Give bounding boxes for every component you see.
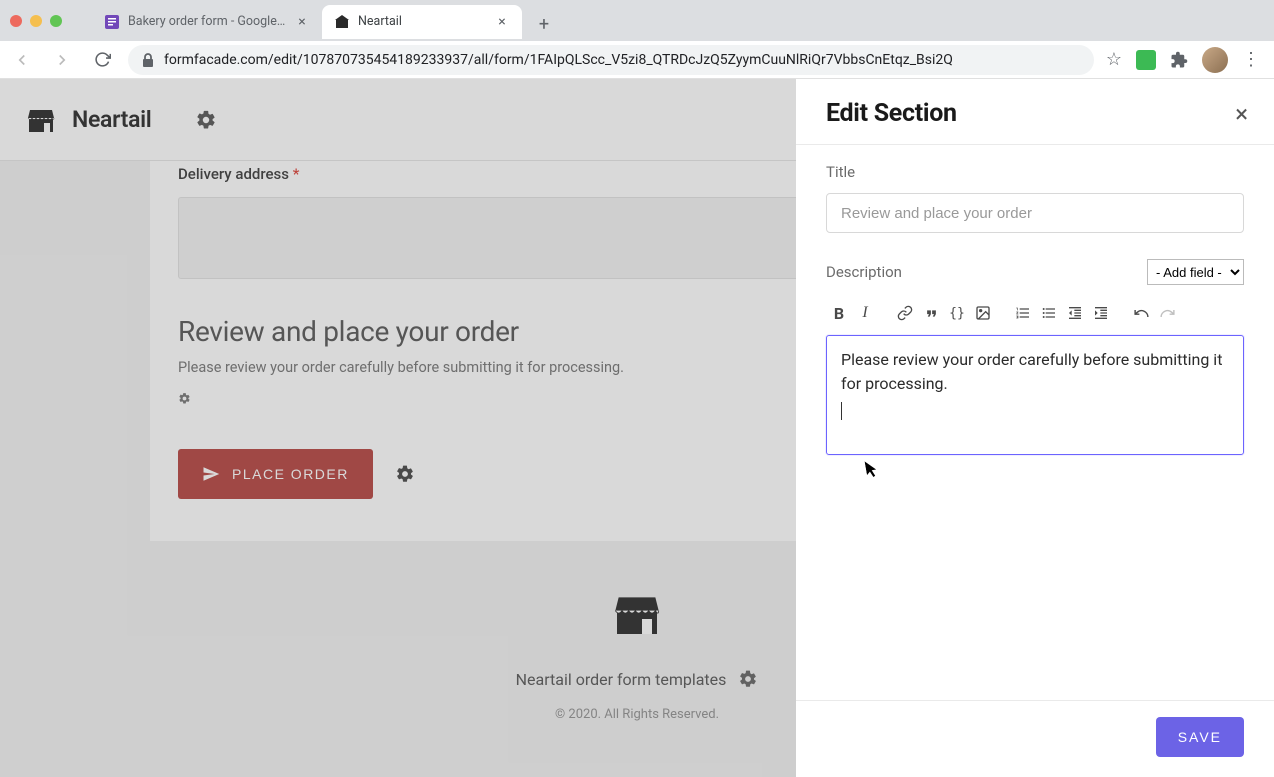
footer-store-icon — [612, 589, 662, 639]
editor-toolbar: B I {} — [826, 295, 1244, 331]
quote-button[interactable] — [918, 299, 944, 327]
panel-footer: SAVE — [796, 700, 1274, 777]
undo-button[interactable] — [1128, 299, 1154, 327]
section-description: Please review your order carefully befor… — [178, 358, 816, 378]
tab-google-forms[interactable]: Bakery order form - Google Fo × — [92, 5, 322, 39]
window-close[interactable] — [10, 15, 22, 27]
browser-actions: ☆ ⋮ — [1106, 47, 1266, 73]
tab-title: Neartail — [358, 14, 486, 29]
tab-close-icon[interactable]: × — [494, 14, 510, 30]
ordered-list-button[interactable] — [1010, 299, 1036, 327]
submit-settings-icon[interactable] — [395, 464, 415, 484]
browser-menu-icon[interactable]: ⋮ — [1242, 49, 1260, 70]
url-text: formfacade.com/edit/10787073545418923393… — [164, 52, 953, 68]
header-settings-icon[interactable] — [195, 109, 217, 131]
window-minimize[interactable] — [30, 15, 42, 27]
store-icon — [26, 105, 56, 135]
title-label: Title — [826, 163, 1244, 181]
italic-button[interactable]: I — [852, 299, 878, 327]
image-button[interactable] — [970, 299, 996, 327]
bold-button[interactable]: B — [826, 299, 852, 327]
address-bar: formfacade.com/edit/10787073545418923393… — [0, 41, 1274, 79]
window-controls — [10, 15, 62, 27]
delivery-address-label: Delivery address * — [178, 161, 816, 183]
new-tab-button[interactable]: + — [530, 11, 558, 39]
indent-button[interactable] — [1088, 299, 1114, 327]
submit-row: PLACE ORDER — [178, 449, 816, 499]
tab-close-icon[interactable]: × — [294, 14, 310, 30]
unordered-list-button[interactable] — [1036, 299, 1062, 327]
url-bar[interactable]: formfacade.com/edit/10787073545418923393… — [128, 45, 1094, 75]
description-editor[interactable]: Please review your order carefully befor… — [826, 335, 1244, 455]
extensions-icon[interactable] — [1170, 51, 1188, 69]
section-settings-icon[interactable] — [178, 392, 816, 405]
reload-button[interactable] — [88, 46, 116, 74]
tab-neartail[interactable]: Neartail × — [322, 5, 522, 39]
back-button[interactable] — [8, 46, 36, 74]
code-button[interactable]: {} — [944, 299, 970, 327]
neartail-favicon — [334, 14, 350, 30]
forward-button[interactable] — [48, 46, 76, 74]
title-input[interactable] — [826, 193, 1244, 233]
description-row: Description - Add field - — [826, 259, 1244, 285]
redo-button[interactable] — [1154, 299, 1180, 327]
footer-settings-icon[interactable] — [738, 669, 758, 689]
panel-body: Title Description - Add field - B I {} — [796, 145, 1274, 700]
outdent-button[interactable] — [1062, 299, 1088, 327]
tab-title: Bakery order form - Google Fo — [128, 14, 286, 29]
google-forms-icon — [104, 14, 120, 30]
profile-avatar[interactable] — [1202, 47, 1228, 73]
brand-name: Neartail — [72, 106, 151, 133]
browser-chrome: Bakery order form - Google Fo × Neartail… — [0, 0, 1274, 79]
bookmark-star-icon[interactable]: ☆ — [1106, 49, 1122, 70]
close-icon[interactable]: × — [1235, 100, 1248, 128]
form-card: Delivery address * Review and place your… — [150, 161, 844, 541]
add-field-select[interactable]: - Add field - — [1147, 259, 1244, 285]
panel-header: Edit Section × — [796, 79, 1274, 145]
tabs: Bakery order form - Google Fo × Neartail… — [92, 3, 558, 39]
delivery-address-input[interactable] — [178, 197, 816, 279]
save-button[interactable]: SAVE — [1156, 717, 1244, 757]
text-cursor — [841, 402, 842, 420]
tab-bar: Bakery order form - Google Fo × Neartail… — [0, 0, 1274, 41]
description-label: Description — [826, 263, 902, 281]
link-button[interactable] — [892, 299, 918, 327]
lock-icon — [142, 53, 154, 67]
window-maximize[interactable] — [50, 15, 62, 27]
send-icon — [202, 465, 220, 483]
extension-icon-1[interactable] — [1136, 50, 1156, 70]
place-order-button[interactable]: PLACE ORDER — [178, 449, 373, 499]
required-star: * — [293, 165, 300, 183]
place-order-label: PLACE ORDER — [232, 466, 349, 482]
panel-title: Edit Section — [826, 99, 957, 128]
section-title: Review and place your order — [178, 315, 816, 348]
edit-section-panel: Edit Section × Title Description - Add f… — [796, 79, 1274, 777]
